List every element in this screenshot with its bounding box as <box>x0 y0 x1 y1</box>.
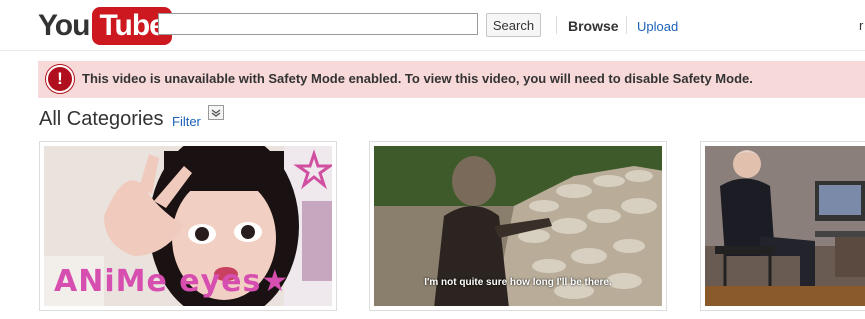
nav-separator <box>556 16 557 34</box>
video-thumbnail[interactable]: ANiMe eyes★ <box>39 141 337 311</box>
thumbnail-image-interview <box>705 146 865 306</box>
video-thumbnail[interactable] <box>700 141 865 311</box>
logo-you-text: You <box>38 9 90 42</box>
masthead: You Tube Search Browse Upload r <box>0 0 865 51</box>
nav-separator <box>626 16 627 34</box>
thumbnail-image-rocks: I'm not quite sure how long I'll be ther… <box>374 146 662 306</box>
search-button[interactable]: Search <box>486 13 541 37</box>
video-subtitle: I'm not quite sure how long I'll be ther… <box>424 277 612 288</box>
video-thumbnail[interactable]: I'm not quite sure how long I'll be ther… <box>369 141 667 311</box>
chevron-down-icon[interactable] <box>208 105 224 120</box>
thumbnail-image-anime: ANiMe eyes★ <box>44 146 332 306</box>
user-menu[interactable]: r <box>859 18 863 33</box>
search-input[interactable] <box>158 13 478 35</box>
thumbnail-overlay-text: ANiMe eyes★ <box>54 264 290 299</box>
page-title: All Categories <box>39 108 164 130</box>
nav-upload-link[interactable]: Upload <box>637 19 678 34</box>
safety-mode-alert: ! This video is unavailable with Safety … <box>38 61 865 98</box>
youtube-logo[interactable]: You Tube <box>38 6 172 46</box>
filter-link[interactable]: Filter <box>172 114 201 129</box>
alert-message: This video is unavailable with Safety Mo… <box>82 71 753 86</box>
nav-browse-link[interactable]: Browse <box>568 18 619 34</box>
warning-icon: ! <box>46 65 74 93</box>
